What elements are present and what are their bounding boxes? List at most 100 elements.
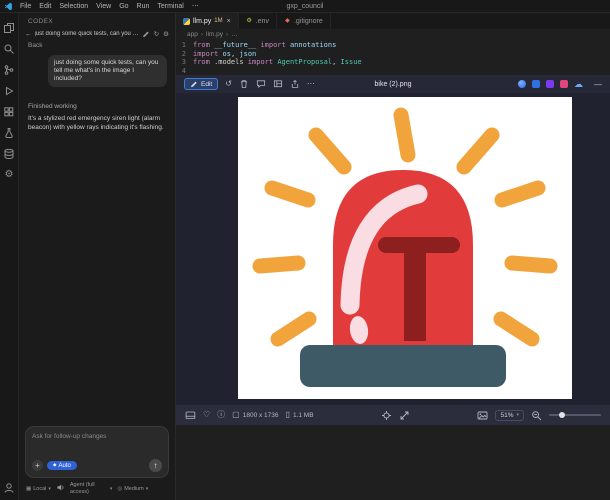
line-content: from __future__ import annotations	[193, 41, 337, 49]
grid-icon: ▦	[26, 485, 32, 492]
git-icon: ◆	[285, 18, 290, 24]
speaker-icon[interactable]	[56, 483, 65, 494]
tab-.env[interactable]: ⚙ .env	[239, 13, 277, 29]
image-panel-header: Edit ↺ ⋯ bike (2).png ☁ —	[176, 75, 610, 93]
refresh-icon[interactable]: ↻	[154, 30, 159, 38]
code-editor[interactable]: 1 from __future__ import annotations 2 impo…	[176, 39, 610, 75]
delete-icon[interactable]	[239, 79, 249, 89]
tab-.gitignore[interactable]: ◆ .gitignore	[277, 13, 331, 29]
line-number: 2	[181, 49, 186, 58]
resize-icon[interactable]	[399, 410, 410, 421]
code-line: 4	[176, 67, 610, 76]
assistant-message: It's a stylized red emergency siren ligh…	[28, 115, 164, 131]
menu-items: File Edit Selection View Go Run Terminal	[16, 3, 188, 10]
menu-file[interactable]: File	[16, 3, 35, 10]
composer: + ◆Auto ↑	[25, 426, 169, 478]
zoom-select[interactable]: 51% ▾	[495, 409, 524, 421]
edit-thread-icon[interactable]	[142, 30, 150, 38]
status-header: Finished working	[28, 103, 77, 110]
tab-llm.py[interactable]: llm.py 1M ×	[176, 13, 239, 29]
back-arrow-icon[interactable]: ←	[25, 31, 32, 38]
files-icon[interactable]	[3, 21, 16, 34]
menu-terminal[interactable]: Terminal	[153, 3, 187, 10]
local-selector[interactable]: ▦ Local ▾	[26, 486, 51, 492]
code-line: 2 import os, json	[176, 50, 610, 59]
line-content: import os, json	[193, 49, 257, 58]
line-number: 4	[181, 66, 186, 75]
siren-base	[300, 345, 506, 387]
breadcrumb-separator: ›	[200, 30, 204, 38]
file-icon: ▯	[285, 410, 290, 419]
chevron-down-icon: ▾	[516, 412, 519, 418]
zoom-slider[interactable]	[549, 412, 601, 418]
back-label[interactable]: Back	[19, 40, 175, 49]
chevron-down-icon: ▾	[145, 485, 149, 492]
comment-icon[interactable]	[256, 79, 266, 89]
codex-app-icon[interactable]	[518, 80, 526, 88]
code-line: 3 from .models import AgentProposal, Issu…	[176, 58, 610, 67]
sidebar-footer: ▦ Local ▾ Agent (full access) ▾ ◎ Medium ▾	[19, 478, 175, 500]
image-preview-panel: Edit ↺ ⋯ bike (2).png ☁ — ♡ ⓘ ▢ 1800 x 1…	[176, 75, 610, 425]
model-selector[interactable]: ◎ Medium ▾	[117, 486, 148, 492]
search-icon[interactable]	[3, 42, 16, 55]
source-control-icon[interactable]	[3, 63, 16, 76]
menu-bar: File Edit Selection View Go Run Terminal ⋯ gxp…	[0, 0, 610, 13]
close-icon[interactable]: ×	[227, 18, 231, 25]
sparkle-icon: ◆	[53, 462, 57, 468]
image-dimensions: ▢ 1800 x 1736	[232, 410, 279, 419]
line-number: 3	[181, 58, 186, 66]
attach-plus-button[interactable]: +	[32, 460, 43, 471]
breadcrumb-item[interactable]: llm.py	[206, 31, 223, 38]
thread-title[interactable]: just doing some quick tests, can you t..…	[35, 31, 139, 37]
breadcrumb[interactable]: app › llm.py ›…	[176, 29, 610, 39]
editor-background	[176, 425, 610, 500]
panel-icon[interactable]	[185, 410, 196, 421]
picture-icon[interactable]	[477, 410, 488, 421]
menu-view[interactable]: View	[92, 3, 115, 10]
breadcrumb-item[interactable]: app	[187, 31, 198, 38]
layout-icon[interactable]	[273, 79, 283, 89]
gauge-icon: ◎	[117, 485, 123, 492]
account-icon[interactable]	[3, 481, 16, 494]
zoom-slider-handle[interactable]	[559, 412, 565, 418]
info-icon[interactable]: ⓘ	[217, 411, 225, 419]
pink-app-icon[interactable]	[560, 80, 568, 88]
thread-settings-icon[interactable]: ⚙	[163, 30, 169, 38]
open-with-icons: ☁	[518, 79, 583, 89]
share-icon[interactable]	[290, 79, 300, 89]
menu-edit[interactable]: Edit	[35, 3, 55, 10]
edit-button[interactable]: Edit	[184, 78, 219, 90]
settings-gear-icon[interactable]: ⚙	[3, 168, 16, 181]
center-view-icon[interactable]	[381, 410, 392, 421]
codex-sidebar: CODEX ← just doing some quick tests, can…	[19, 13, 176, 500]
auto-mode-button[interactable]: ◆ Auto	[47, 461, 77, 470]
extensions-icon[interactable]	[3, 105, 16, 118]
purple-app-icon[interactable]	[546, 80, 554, 88]
followup-input[interactable]	[32, 433, 162, 440]
thread-header: ← just doing some quick tests, can you t…	[19, 28, 175, 40]
line-content: from .models import AgentProposal, Issue	[193, 58, 362, 66]
undo-icon[interactable]: ↺	[225, 80, 232, 88]
image-viewer[interactable]	[176, 93, 610, 405]
send-button[interactable]: ↑	[149, 459, 162, 472]
menu-go[interactable]: Go	[115, 3, 132, 10]
menu-run[interactable]: Run	[133, 3, 154, 10]
cloud-icon[interactable]: ☁	[574, 79, 583, 89]
menu-selection[interactable]: Selection	[55, 3, 92, 10]
menu-overflow-icon[interactable]: ⋯	[188, 2, 203, 10]
agent-selector[interactable]: Agent (full access) ▾	[70, 482, 113, 495]
blue-app-icon[interactable]	[532, 80, 540, 88]
testing-icon[interactable]	[3, 126, 16, 139]
tab-label: .gitignore	[293, 17, 323, 25]
database-icon[interactable]	[3, 147, 16, 160]
run-debug-icon[interactable]	[3, 84, 16, 97]
zoom-out-icon[interactable]	[531, 410, 542, 421]
favorite-icon[interactable]: ♡	[203, 411, 210, 419]
vscode-window: File Edit Selection View Go Run Terminal ⋯ gxp…	[0, 0, 610, 500]
siren-stem	[404, 245, 426, 341]
minimize-icon[interactable]: —	[594, 80, 602, 89]
more-icon[interactable]: ⋯	[307, 80, 315, 88]
gear-icon: ⚙	[246, 18, 252, 24]
breadcrumb-item[interactable]: …	[231, 31, 238, 38]
editor-area: llm.py 1M × ⚙ .env ◆ .gitignore app › llm.py ›… 1…	[176, 13, 610, 500]
